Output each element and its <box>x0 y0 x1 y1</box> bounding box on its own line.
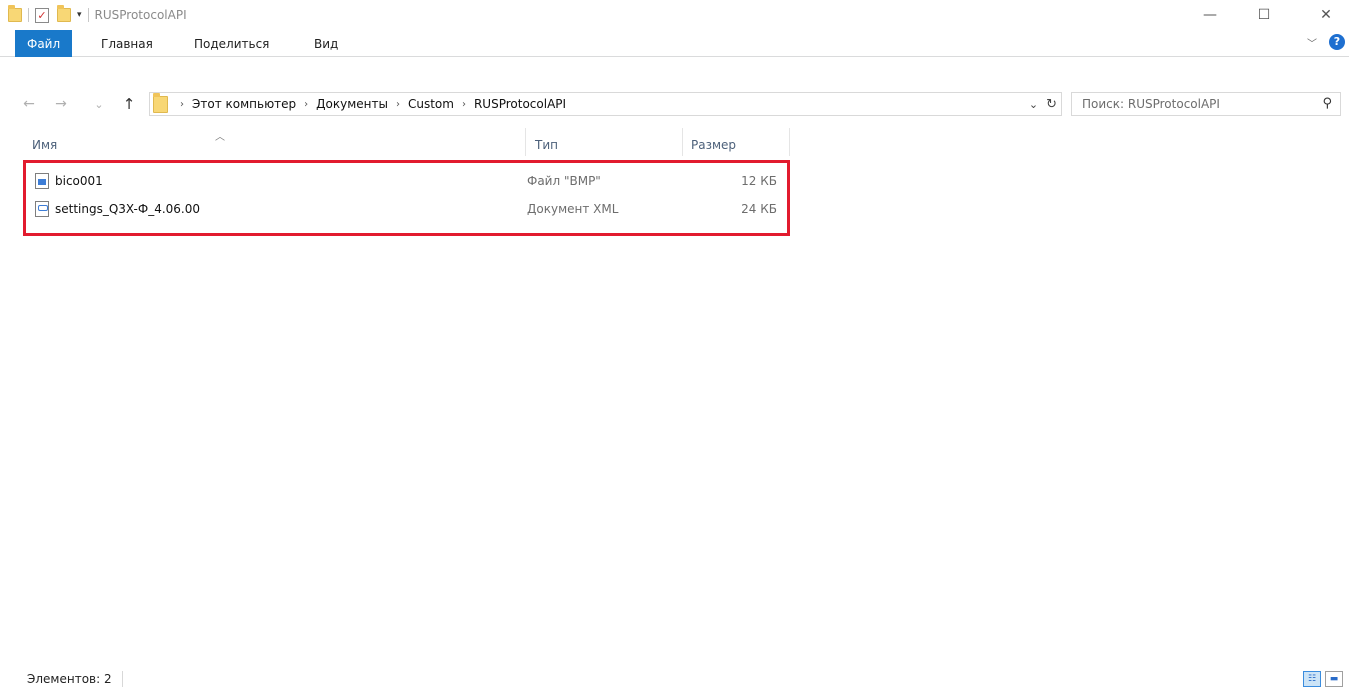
column-size-label: Размер <box>691 138 737 152</box>
folder-icon <box>8 5 22 22</box>
tab-share[interactable]: Поделиться <box>184 30 279 57</box>
maximize-button[interactable]: ☐ <box>1241 0 1287 30</box>
properties-icon[interactable]: ✓ <box>35 7 49 23</box>
tab-home[interactable]: Главная <box>91 30 163 57</box>
new-folder-icon[interactable] <box>57 5 71 22</box>
bmp-file-icon <box>35 173 49 189</box>
address-bar[interactable]: › Этот компьютер › Документы › Custom › … <box>149 92 1062 116</box>
file-size: 24 КБ <box>741 202 777 216</box>
breadcrumb-rusprotocolapi[interactable]: RUSProtocolAPI <box>474 97 566 111</box>
file-row[interactable]: settings_Q3X-Ф_4.06.00 Документ XML 24 К… <box>27 196 787 222</box>
file-name: settings_Q3X-Ф_4.06.00 <box>55 202 201 216</box>
chevron-right-icon[interactable]: › <box>304 99 308 110</box>
chevron-right-icon[interactable]: › <box>396 99 400 110</box>
large-icons-view-icon[interactable]: ▬ <box>1325 671 1343 687</box>
search-box[interactable]: ⚲ <box>1071 92 1341 116</box>
close-button[interactable]: ✕ <box>1303 0 1349 30</box>
breadcrumb: › Этот компьютер › Документы › Custom › … <box>172 97 566 111</box>
minimize-button[interactable]: — <box>1187 0 1233 30</box>
file-row[interactable]: bico001 Файл "BMP" 12 КБ <box>27 168 787 194</box>
refresh-icon[interactable]: ↻ <box>1046 97 1057 112</box>
forward-button[interactable]: → <box>52 94 70 114</box>
back-button[interactable]: ← <box>20 94 38 114</box>
breadcrumb-documents[interactable]: Документы <box>316 97 388 111</box>
quick-access-dropdown-icon[interactable]: ▾ <box>77 10 82 20</box>
column-header-type[interactable]: Тип <box>526 128 683 156</box>
search-input[interactable] <box>1082 97 1302 111</box>
items-count: Элементов: 2 <box>27 672 112 686</box>
help-icon[interactable]: ? <box>1329 34 1345 50</box>
file-name: bico001 <box>55 174 103 188</box>
column-header-size[interactable]: Размер <box>683 128 790 156</box>
recent-locations-button[interactable]: ⌄ <box>92 94 106 114</box>
divider <box>121 671 123 687</box>
breadcrumb-custom[interactable]: Custom <box>408 97 454 111</box>
details-view-icon[interactable]: ☷ <box>1303 671 1321 687</box>
file-type: Документ XML <box>527 202 619 216</box>
divider <box>28 8 29 22</box>
column-name-label: Имя <box>32 138 58 152</box>
status-bar: Элементов: 2 ☷ ▬ <box>0 667 1349 691</box>
chevron-right-icon[interactable]: › <box>180 99 184 110</box>
chevron-right-icon[interactable]: › <box>462 99 466 110</box>
sort-up-icon: ︿ <box>215 132 225 143</box>
quick-access-toolbar: ✓ ▾ RUSProtocolAPI <box>8 0 187 30</box>
file-type: Файл "BMP" <box>527 174 601 188</box>
file-size: 12 КБ <box>741 174 777 188</box>
tab-file[interactable]: Файл <box>15 30 73 57</box>
column-type-label: Тип <box>535 138 558 152</box>
up-button[interactable]: ↑ <box>120 94 138 114</box>
xml-file-icon <box>35 201 49 217</box>
divider <box>87 8 89 22</box>
folder-icon <box>153 92 168 113</box>
title-bar: ✓ ▾ RUSProtocolAPI — ☐ ✕ <box>0 0 1349 30</box>
search-icon[interactable]: ⚲ <box>1322 96 1332 111</box>
ribbon-tabs: Файл Главная Поделиться Вид <box>0 30 1349 57</box>
expand-ribbon-icon[interactable]: ﹀ <box>1307 35 1317 50</box>
column-header-name[interactable]: ︿ Имя <box>23 128 526 156</box>
breadcrumb-this-pc[interactable]: Этот компьютер <box>192 97 296 111</box>
chevron-down-icon[interactable]: ⌄ <box>1029 98 1038 111</box>
tab-view[interactable]: Вид <box>304 30 348 57</box>
navigation-bar: ← → ⌄ ↑ › Этот компьютер › Документы › C… <box>0 88 1349 120</box>
window-title: RUSProtocolAPI <box>94 8 187 22</box>
